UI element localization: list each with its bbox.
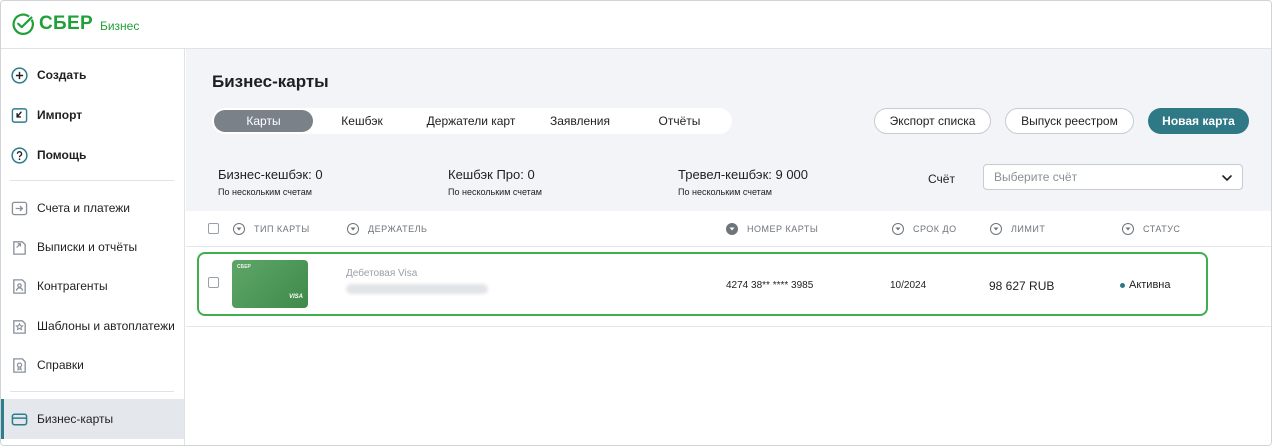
sidebar-item-contractors[interactable]: Контрагенты — [1, 266, 184, 306]
card-type: Дебетовая Visa — [346, 268, 418, 279]
card-number: 4274 38** **** 3985 — [726, 280, 814, 291]
accounts-icon — [10, 199, 28, 217]
stat-value: Кешбэк Про: 0 — [448, 167, 535, 182]
card-expiry: 10/2024 — [890, 280, 927, 291]
sidebar-item-label: Создать — [37, 68, 87, 82]
sort-icon — [233, 223, 245, 235]
sidebar: Создать Импорт Помощь Счета и платежи Вы… — [1, 49, 185, 445]
sort-icon — [990, 223, 1002, 235]
sidebar-item-label: Справки — [37, 358, 84, 372]
business-cashback-stat: Бизнес-кешбэк: 0 По нескольким счетам — [218, 167, 323, 197]
sidebar-item-label: Помощь — [37, 148, 87, 162]
contractors-icon — [10, 277, 28, 295]
status-dot — [1120, 282, 1125, 288]
sidebar-item-label: Импорт — [37, 108, 83, 122]
card-brand: СБЕР — [237, 264, 251, 270]
tab-applications[interactable]: Заявления — [531, 110, 629, 132]
column-expiry[interactable]: СРОК ДО — [892, 223, 957, 235]
sidebar-item-accounts[interactable]: Счета и платежи — [1, 188, 184, 228]
sidebar-item-certificates[interactable]: Справки — [1, 345, 184, 385]
card-icon — [10, 410, 28, 428]
column-card-number[interactable]: НОМЕР КАРТЫ — [726, 223, 818, 235]
travel-cashback-stat: Тревел-кешбэк: 9 000 По нескольким счета… — [678, 167, 808, 197]
help-icon — [10, 146, 28, 164]
sidebar-item-label: Контрагенты — [37, 279, 108, 293]
sidebar-item-import[interactable]: Импорт — [1, 95, 184, 135]
sort-icon — [347, 223, 359, 235]
table-row[interactable]: СБЕР VISA Дебетовая Visa 4274 38** **** … — [197, 252, 1208, 316]
column-limit[interactable]: ЛИМИТ — [990, 223, 1045, 235]
stat-sub: По нескольким счетам — [448, 187, 542, 197]
sort-icon — [892, 223, 904, 235]
row-checkbox[interactable] — [208, 277, 219, 288]
sidebar-divider — [10, 391, 174, 392]
column-status[interactable]: СТАТУС — [1122, 223, 1180, 235]
top-bar: СБЕР Бизнес — [1, 1, 1271, 49]
sidebar-item-label: Счета и платежи — [37, 201, 131, 215]
sber-business-logo[interactable]: СБЕР Бизнес — [12, 13, 139, 35]
sidebar-item-statements[interactable]: Выписки и отчёты — [1, 227, 184, 267]
sber-logo-icon — [12, 13, 34, 35]
stat-value: Бизнес-кешбэк: 0 — [218, 167, 323, 182]
sidebar-item-label: Выписки и отчёты — [37, 240, 138, 254]
holder-name-redacted — [346, 284, 488, 294]
templates-icon — [10, 317, 28, 335]
registry-issue-button[interactable]: Выпуск реестром — [1005, 108, 1134, 134]
sort-icon — [1122, 223, 1134, 235]
tab-cards[interactable]: Карты — [214, 110, 313, 132]
tab-cashback[interactable]: Кешбэк — [313, 110, 411, 132]
sidebar-item-business-cards[interactable]: Бизнес-карты — [1, 399, 184, 439]
statements-icon — [10, 238, 28, 256]
stat-value: Тревел-кешбэк: 9 000 — [678, 167, 809, 182]
account-label: Счёт — [928, 172, 955, 186]
sidebar-item-label: Шаблоны и автоплатежи — [37, 319, 175, 333]
export-list-button[interactable]: Экспорт списка — [874, 108, 991, 134]
tabs: Карты Кешбэк Держатели карт Заявления От… — [212, 108, 732, 134]
column-holder[interactable]: ДЕРЖАТЕЛЬ — [347, 223, 427, 235]
visa-logo: VISA — [288, 294, 303, 300]
chevron-down-icon — [1222, 175, 1232, 182]
table-header: ТИП КАРТЫ ДЕРЖАТЕЛЬ НОМЕР КАРТЫ СРОК ДО … — [186, 211, 1271, 247]
brand-sub: Бизнес — [99, 18, 140, 33]
stat-sub: По нескольким счетам — [218, 187, 312, 197]
account-select-placeholder: Выберите счёт — [994, 170, 1078, 184]
sidebar-divider — [10, 180, 174, 181]
sidebar-item-help[interactable]: Помощь — [1, 135, 184, 175]
import-icon — [10, 106, 28, 124]
tab-card-holders[interactable]: Держатели карт — [411, 110, 531, 132]
page-title: Бизнес-карты — [212, 72, 329, 91]
card-limit: 98 627 RUB — [989, 279, 1055, 293]
cards-table: ТИП КАРТЫ ДЕРЖАТЕЛЬ НОМЕР КАРТЫ СРОК ДО … — [186, 211, 1271, 445]
column-card-type[interactable]: ТИП КАРТЫ — [233, 223, 310, 235]
sidebar-item-templates[interactable]: Шаблоны и автоплатежи — [1, 306, 184, 346]
main-content: Бизнес-карты Карты Кешбэк Держатели карт… — [186, 49, 1271, 445]
stat-sub: По нескольким счетам — [678, 187, 772, 197]
card-image: СБЕР VISA — [232, 260, 308, 308]
brand-name: СБЕР — [39, 13, 93, 34]
account-select[interactable]: Выберите счёт — [983, 164, 1243, 190]
certificates-icon — [10, 356, 28, 374]
plus-circle-icon — [10, 66, 28, 84]
app-window: СБЕР Бизнес Создать Импорт Помощь Счета … — [0, 0, 1272, 446]
cashback-pro-stat: Кешбэк Про: 0 По нескольким счетам — [448, 167, 542, 197]
select-all-checkbox[interactable] — [208, 223, 219, 234]
sort-icon — [726, 223, 738, 235]
tab-reports[interactable]: Отчёты — [629, 110, 730, 132]
sidebar-item-label: Бизнес-карты — [37, 412, 114, 426]
new-card-button[interactable]: Новая карта — [1148, 108, 1249, 134]
table-row-container: СБЕР VISA Дебетовая Visa 4274 38** **** … — [186, 247, 1271, 327]
status-badge: Активна — [1120, 279, 1171, 291]
sidebar-item-create[interactable]: Создать — [1, 55, 184, 95]
